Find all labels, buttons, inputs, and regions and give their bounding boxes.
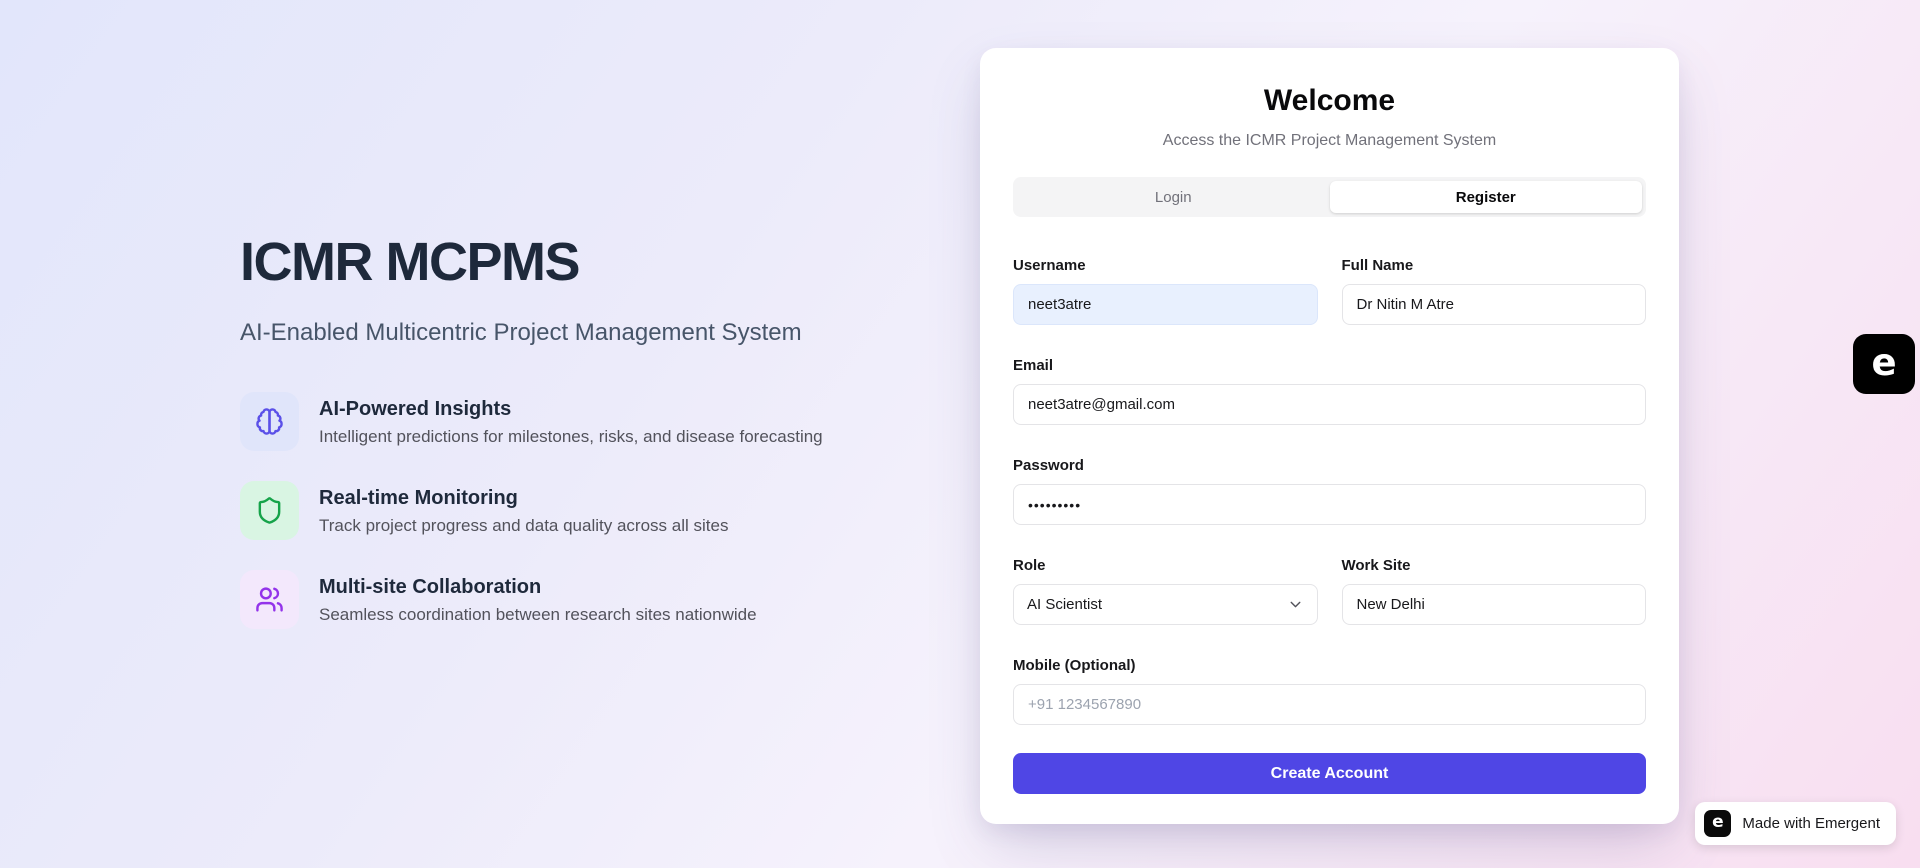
feature-realtime-monitoring: Real-time Monitoring Track project progr… (240, 481, 900, 540)
users-icon (240, 570, 299, 629)
card-subtitle: Access the ICMR Project Management Syste… (1013, 131, 1646, 151)
password-label: Password (1013, 457, 1646, 475)
feature-description: Seamless coordination between research s… (319, 604, 757, 626)
brain-icon (240, 392, 299, 451)
create-account-button[interactable]: Create Account (1013, 753, 1646, 794)
made-with-emergent-badge[interactable]: e Made with Emergent (1695, 802, 1896, 845)
form-row-mobile: Mobile (Optional) (1013, 657, 1646, 725)
emergent-logo-icon: e (1871, 344, 1896, 381)
feature-title: Real-time Monitoring (319, 486, 728, 510)
email-label: Email (1013, 357, 1646, 375)
emergent-logo-icon: e (1704, 810, 1731, 837)
email-input[interactable] (1013, 384, 1646, 425)
app-title: ICMR MCPMS (240, 232, 900, 292)
feature-title: AI-Powered Insights (319, 397, 823, 421)
chevron-down-icon (1287, 596, 1304, 613)
feature-ai-insights: AI-Powered Insights Intelligent predicti… (240, 392, 900, 451)
auth-card: Welcome Access the ICMR Project Manageme… (980, 48, 1679, 824)
tab-login[interactable]: Login (1017, 181, 1330, 213)
full-name-label: Full Name (1342, 257, 1647, 275)
form-row-username-fullname: Username Full Name (1013, 257, 1646, 325)
tab-register[interactable]: Register (1330, 181, 1643, 213)
emergent-side-badge[interactable]: e (1853, 334, 1915, 394)
made-with-emergent-label: Made with Emergent (1742, 815, 1880, 832)
feature-list: AI-Powered Insights Intelligent predicti… (240, 392, 900, 629)
feature-description: Intelligent predictions for milestones, … (319, 426, 823, 448)
feature-title: Multi-site Collaboration (319, 575, 757, 599)
card-title: Welcome (1013, 83, 1646, 119)
app-subtitle: AI-Enabled Multicentric Project Manageme… (240, 318, 900, 348)
mobile-label: Mobile (Optional) (1013, 657, 1646, 675)
username-input[interactable] (1013, 284, 1318, 325)
auth-tabs: Login Register (1013, 177, 1646, 217)
full-name-input[interactable] (1342, 284, 1647, 325)
password-input[interactable] (1013, 484, 1646, 525)
form-row-role-worksite: Role AI Scientist Work Site (1013, 557, 1646, 625)
work-site-label: Work Site (1342, 557, 1647, 575)
form-row-email: Email (1013, 357, 1646, 425)
username-label: Username (1013, 257, 1318, 275)
mobile-input[interactable] (1013, 684, 1646, 725)
role-label: Role (1013, 557, 1318, 575)
feature-description: Track project progress and data quality … (319, 515, 728, 537)
shield-icon (240, 481, 299, 540)
work-site-input[interactable] (1342, 584, 1647, 625)
form-row-password: Password (1013, 457, 1646, 525)
feature-multisite-collaboration: Multi-site Collaboration Seamless coordi… (240, 570, 900, 629)
brand-panel: ICMR MCPMS AI-Enabled Multicentric Proje… (240, 232, 900, 629)
role-select[interactable]: AI Scientist (1013, 584, 1318, 625)
role-select-value: AI Scientist (1027, 596, 1102, 613)
